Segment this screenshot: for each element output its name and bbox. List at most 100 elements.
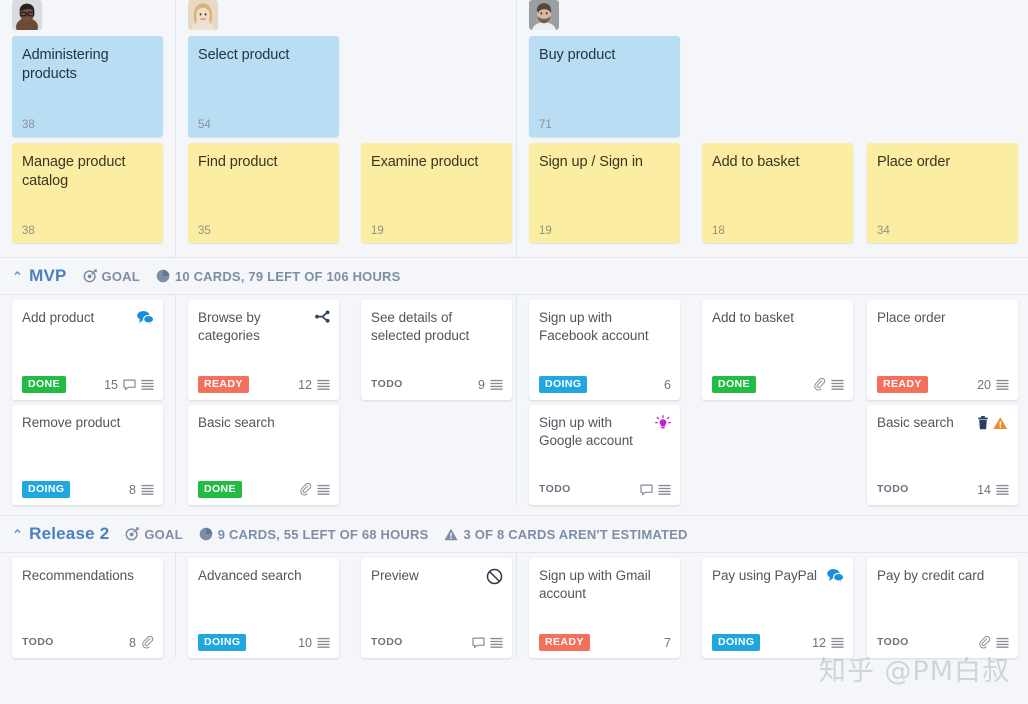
story-card-item[interactable]: See details of selected product TODO 9 [361,300,512,400]
story-card-item[interactable]: Pay using PayPal DOING 12 [702,558,853,658]
card-top: Add product [22,309,154,327]
status-badge[interactable]: TODO [371,634,409,651]
release-goal[interactable]: GOAL [125,527,183,542]
description-icon[interactable] [317,484,330,496]
story-card-item[interactable]: Place order READY 20 [867,300,1018,400]
comment-icon[interactable] [472,637,485,649]
avatar[interactable] [188,0,218,30]
warning-triangle-icon[interactable] [444,528,459,541]
epic-slot: Buy product 71 [517,0,692,137]
release-toggle[interactable]: ⌃ MVP [12,266,67,286]
story-card[interactable]: Examine product 19 [361,143,512,243]
story-card[interactable]: Find product 35 [188,143,339,243]
status-badge[interactable]: READY [539,634,590,651]
story-card-item[interactable]: Basic search TODO 14 [867,405,1018,505]
epic-card[interactable]: Administering products 38 [12,36,163,137]
comment-icon[interactable] [640,484,653,496]
avatar[interactable] [529,0,559,30]
releases-container: ⌃ MVP GOAL 10 CARDS, 79 LEFT OF 106 HOURS Ad… [0,257,1028,668]
trash-warning-icon[interactable] [975,415,1009,431]
avatar-blonde-female[interactable] [188,0,218,30]
description-icon[interactable] [317,379,330,391]
story-band: Sign up / Sign in 19 Add to basket 18 Place … [517,137,1022,243]
description-icon[interactable] [490,379,503,391]
description-icon[interactable] [141,379,154,391]
description-icon[interactable] [996,484,1009,496]
card-cell: See details of selected product TODO 9 [351,295,516,400]
card-meta [813,378,844,391]
attachment-icon[interactable] [978,636,991,649]
release-goal[interactable]: GOAL [83,269,140,284]
attachment-icon[interactable] [141,636,154,649]
description-icon[interactable] [490,637,503,649]
chevron-up-icon[interactable]: ⌃ [12,528,23,541]
status-badge[interactable]: TODO [22,634,60,651]
description-icon[interactable] [831,379,844,391]
description-icon[interactable] [996,379,1009,391]
epic-card[interactable]: Buy product 71 [529,36,680,137]
story-card-item[interactable]: Recommendations TODO 8 [12,558,163,658]
attachment-icon[interactable] [299,483,312,496]
card-title: Browse by categories [198,310,261,343]
story-card-item[interactable]: Basic search DONE [188,405,339,505]
story-card[interactable]: Manage product catalog 38 [12,143,163,243]
lightbulb-icon[interactable] [655,415,671,431]
card-title: Place order [877,310,946,325]
story-card-item[interactable]: Add product DONE 15 [12,300,163,400]
estimate-value: 8 [129,635,136,650]
status-badge[interactable]: TODO [877,481,915,498]
story-card-item[interactable]: Pay by credit card TODO [867,558,1018,658]
status-badge[interactable]: DOING [22,481,71,498]
release-toggle[interactable]: ⌃ Release 2 [12,524,109,544]
story-card[interactable]: Place order 34 [867,143,1018,243]
status-badge[interactable]: DONE [712,376,756,393]
split-branch-icon[interactable] [315,310,330,324]
avatar-bearded-male[interactable] [529,0,559,30]
story-card-item[interactable]: Preview TODO [361,558,512,658]
description-icon[interactable] [831,637,844,649]
status-badge[interactable]: DONE [22,376,66,393]
attachment-icon[interactable] [813,378,826,391]
avatar-dark-male[interactable] [12,0,42,30]
comments-filled-icon[interactable] [137,310,154,325]
avatar[interactable] [12,0,42,30]
pie-chart-icon[interactable] [199,527,213,541]
story-card-item[interactable]: Advanced search DOING 10 [188,558,339,658]
status-badge[interactable]: DOING [539,376,588,393]
status-badge[interactable]: DOING [198,634,247,651]
epic-card[interactable]: Select product 54 [188,36,339,137]
story-card[interactable]: Sign up / Sign in 19 [529,143,680,243]
description-icon[interactable] [996,637,1009,649]
release-warning[interactable]: 3 OF 8 CARDS AREN'T ESTIMATED [444,527,687,542]
comment-icon[interactable] [123,379,136,391]
release-stats[interactable]: 10 CARDS, 79 LEFT OF 106 HOURS [156,269,401,284]
blocked-icon[interactable] [486,568,503,585]
description-icon[interactable] [317,637,330,649]
status-badge[interactable]: DOING [712,634,761,651]
chevron-up-icon[interactable]: ⌃ [12,270,23,283]
release-stats-label: 9 CARDS, 55 LEFT OF 68 HOURS [217,526,429,542]
story-card[interactable]: Add to basket 18 [702,143,853,243]
goal-icon[interactable] [83,269,97,283]
story-card-item[interactable]: Sign up with Gmail account READY 7 [529,558,680,658]
status-badge[interactable]: DONE [198,481,242,498]
comments-filled-icon[interactable] [827,568,844,583]
release-stats-label: 10 CARDS, 79 LEFT OF 106 HOURS [174,268,401,284]
status-badge[interactable]: TODO [877,634,915,651]
status-badge[interactable]: TODO [371,376,409,393]
status-badge[interactable]: TODO [539,481,577,498]
story-card-item[interactable]: Add to basket DONE [702,300,853,400]
story-points: 19 [371,225,384,237]
description-icon[interactable] [141,484,154,496]
goal-icon[interactable] [125,527,140,541]
story-card-item[interactable]: Sign up with Facebook account DOING 6 [529,300,680,400]
release-stats[interactable]: 9 CARDS, 55 LEFT OF 68 HOURS [199,527,429,542]
story-card-item[interactable]: Remove product DOING 8 [12,405,163,505]
status-badge[interactable]: READY [877,376,928,393]
status-badge[interactable]: READY [198,376,249,393]
story-card-item[interactable]: Browse by categories READY 12 [188,300,339,400]
pie-chart-icon[interactable] [156,269,170,283]
story-card-item[interactable]: Sign up with Google account TODO [529,405,680,505]
description-icon[interactable] [658,484,671,496]
card-meta: 12 [812,636,844,650]
